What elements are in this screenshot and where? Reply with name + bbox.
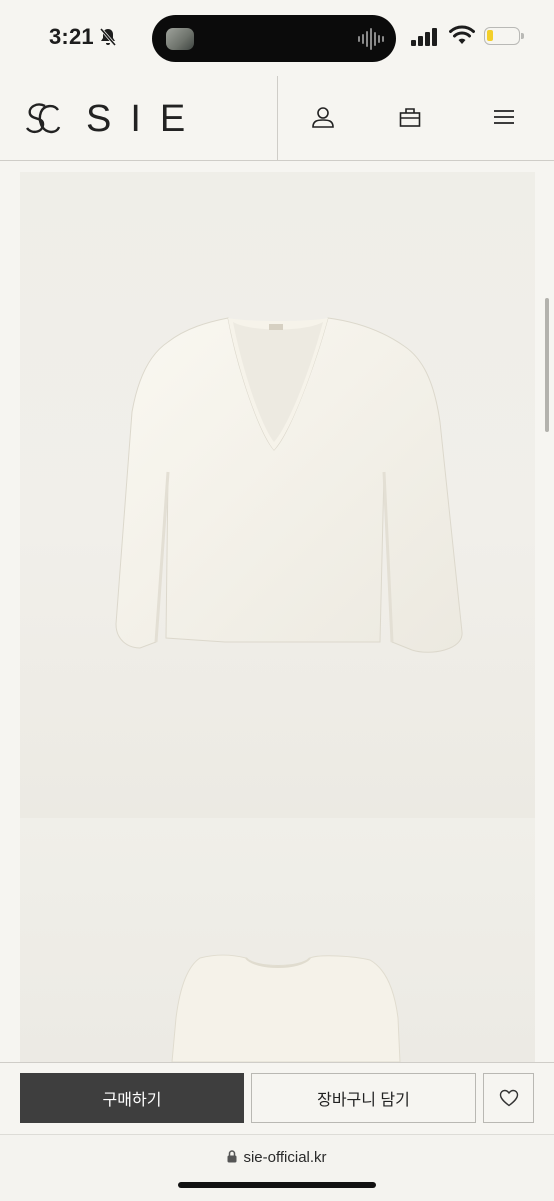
wishlist-button[interactable] — [483, 1073, 534, 1123]
product-image-1[interactable] — [20, 172, 535, 818]
audio-waveform-icon — [358, 28, 384, 50]
sweater-front-photo — [115, 317, 463, 653]
heart-icon — [499, 1089, 518, 1107]
page-scroll-indicator — [545, 298, 549, 432]
status-time: 3:21 — [49, 24, 94, 49]
hamburger-menu-icon[interactable] — [493, 105, 515, 129]
url-text: sie-official.kr — [243, 1149, 327, 1166]
buy-now-button[interactable]: 구매하기 — [20, 1073, 244, 1123]
status-bar: 3:21 — [0, 0, 554, 76]
brand-name: SIE — [86, 98, 205, 140]
bell-muted-icon — [99, 28, 117, 46]
shopping-bag-icon[interactable] — [399, 105, 421, 129]
wifi-icon — [449, 25, 475, 44]
home-indicator[interactable] — [178, 1182, 376, 1188]
add-to-cart-button[interactable]: 장바구니 담기 — [251, 1073, 476, 1123]
cellular-signal-icon — [411, 28, 437, 46]
battery-icon — [484, 27, 520, 45]
brand-logo[interactable]: SIE — [24, 99, 204, 139]
product-image-2[interactable] — [20, 818, 535, 1062]
site-header: SIE — [0, 76, 554, 161]
sweater-second-photo — [171, 954, 401, 1062]
purchase-bar: 구매하기 장바구니 담기 — [0, 1062, 554, 1135]
lock-icon — [227, 1150, 237, 1163]
dynamic-island[interactable] — [152, 15, 396, 62]
browser-address-bar[interactable]: sie-official.kr — [0, 1134, 554, 1201]
header-divider — [277, 76, 278, 160]
now-playing-artwork — [166, 28, 194, 50]
user-icon[interactable] — [311, 105, 335, 129]
sie-monogram-icon — [26, 103, 61, 134]
